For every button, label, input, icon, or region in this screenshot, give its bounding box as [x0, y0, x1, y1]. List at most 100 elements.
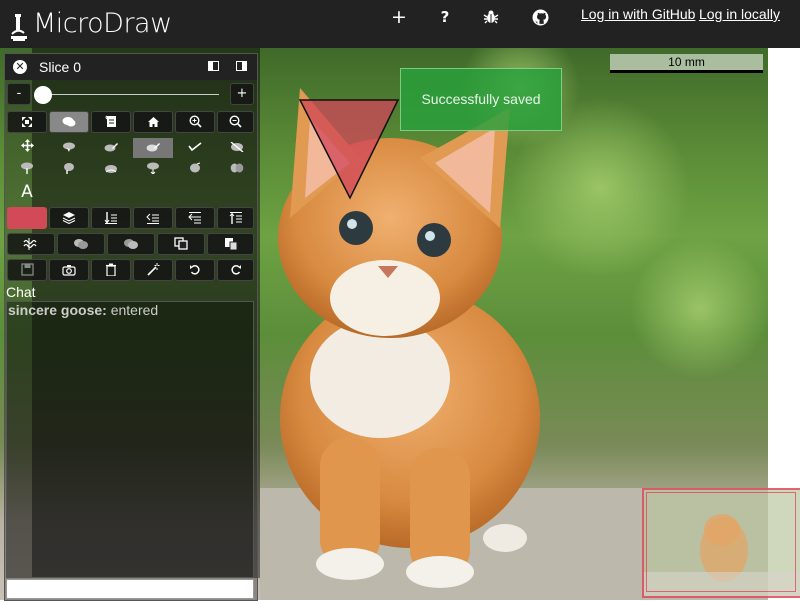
scroll-icon	[105, 115, 116, 127]
fullscreen-button[interactable]	[7, 111, 47, 133]
trash-icon	[106, 263, 116, 277]
github-icon[interactable]	[528, 6, 552, 28]
zoom-minus-label: -	[16, 86, 22, 101]
add-point-icon	[21, 162, 33, 174]
draw-region-icon	[146, 143, 160, 152]
rotate-region-tool[interactable]	[175, 160, 215, 180]
split-icon	[230, 163, 244, 173]
bug-icon[interactable]	[479, 6, 503, 28]
microscope-logo-icon[interactable]	[10, 12, 28, 42]
triangle-annotation[interactable]	[298, 98, 402, 202]
smooth-tool[interactable]	[91, 160, 131, 180]
zoom-in-tool-button[interactable]	[175, 111, 215, 133]
redo-icon	[230, 264, 241, 275]
delete-point-icon	[64, 163, 74, 174]
send-to-back-button[interactable]	[91, 207, 131, 229]
wave-icon	[23, 237, 37, 250]
dock-right-icon[interactable]	[236, 61, 247, 71]
subtract-button[interactable]	[107, 233, 155, 255]
bring-forward-button[interactable]	[175, 207, 215, 229]
home-icon	[147, 116, 159, 127]
zoom-in-button[interactable]: +	[230, 83, 254, 105]
panel-title-bar[interactable]: ✕ Slice 0	[5, 54, 257, 80]
expand-icon	[22, 116, 32, 127]
split-region-icon	[230, 141, 244, 153]
redo-button[interactable]	[217, 259, 254, 281]
simplify-tool[interactable]	[217, 138, 257, 158]
select-region-tool[interactable]	[49, 138, 89, 158]
region-select-icon	[63, 142, 75, 152]
dock-left-icon[interactable]	[208, 61, 219, 71]
slice-slider-thumb[interactable]	[34, 86, 52, 104]
delete-point-tool[interactable]	[49, 160, 89, 180]
paste-icon	[224, 238, 237, 251]
send-backward-button[interactable]	[133, 207, 173, 229]
save-icon	[20, 263, 34, 276]
color-picker-swatch[interactable]	[7, 207, 47, 229]
zoom-out-tool-button[interactable]	[217, 111, 254, 133]
help-glyph: ?	[440, 8, 450, 26]
home-button[interactable]	[133, 111, 173, 133]
union-button[interactable]	[57, 233, 105, 255]
tool-panel: ✕ Slice 0 - + A Chat sincere goose: ente…	[4, 53, 258, 601]
navigate-tool[interactable]	[7, 138, 47, 158]
slice-slider-track[interactable]	[43, 94, 219, 95]
chat-toggle-button[interactable]	[49, 111, 89, 133]
zoom-in-icon	[188, 115, 202, 128]
rotate-region-icon	[190, 162, 201, 173]
bring-to-back-icon	[104, 211, 117, 224]
save-toast: Successfully saved	[400, 68, 562, 131]
smooth-icon	[105, 165, 117, 173]
copy-button[interactable]	[157, 233, 205, 255]
scale-bar-line	[610, 70, 763, 73]
subtract-icon	[124, 238, 138, 249]
magic-wand-icon	[146, 263, 159, 276]
layers-icon	[62, 211, 76, 224]
chat-label: Chat	[6, 284, 36, 300]
split-tool[interactable]	[217, 160, 257, 180]
delete-button[interactable]	[91, 259, 131, 281]
chat-log[interactable]: sincere goose: entered	[6, 301, 254, 578]
region-wave-button[interactable]	[7, 233, 55, 255]
close-icon[interactable]: ✕	[13, 60, 27, 74]
comments-icon	[62, 116, 76, 126]
text-tool[interactable]: A	[7, 182, 47, 202]
flip-icon	[147, 162, 159, 175]
layers-button[interactable]	[49, 207, 89, 229]
union-icon	[74, 238, 88, 249]
bring-to-front-icon	[229, 211, 242, 224]
bring-forward-icon	[188, 211, 201, 223]
zoom-out-button[interactable]: -	[7, 83, 31, 105]
navigator-viewport[interactable]	[646, 492, 796, 592]
add-point-tool[interactable]	[7, 160, 47, 180]
paste-button[interactable]	[207, 233, 254, 255]
chat-user: sincere goose:	[8, 302, 107, 318]
send-backward-icon	[146, 213, 159, 224]
top-bar: MicroDraw + ? Log in with GitHub Log in …	[0, 0, 800, 48]
app-title: MicroDraw	[33, 8, 172, 39]
draw-polygon-tool[interactable]	[91, 138, 131, 158]
move-icon	[20, 139, 34, 152]
save-button[interactable]	[7, 259, 47, 281]
draw-line-tool[interactable]	[175, 138, 215, 158]
magic-wand-button[interactable]	[133, 259, 173, 281]
undo-button[interactable]	[175, 259, 215, 281]
chat-input[interactable]	[6, 579, 254, 599]
scale-bar: 10 mm	[610, 54, 763, 70]
undo-icon	[190, 264, 200, 275]
text-tool-label: A	[21, 182, 33, 202]
login-local-link[interactable]: Log in locally	[699, 6, 780, 22]
draw-bezier-tool[interactable]	[133, 138, 173, 158]
copy-icon	[174, 237, 188, 250]
bring-to-front-button[interactable]	[217, 207, 254, 229]
chat-text: entered	[110, 302, 159, 318]
help-icon[interactable]: ?	[433, 6, 457, 28]
ontology-button[interactable]	[91, 111, 131, 133]
pencil-region-icon	[104, 143, 118, 152]
screenshot-button[interactable]	[49, 259, 89, 281]
flip-region-tool[interactable]	[133, 160, 173, 180]
zoom-plus-label: +	[236, 86, 248, 101]
add-icon[interactable]: +	[387, 6, 411, 28]
login-github-link[interactable]: Log in with GitHub	[581, 6, 695, 22]
add-glyph: +	[391, 6, 407, 28]
